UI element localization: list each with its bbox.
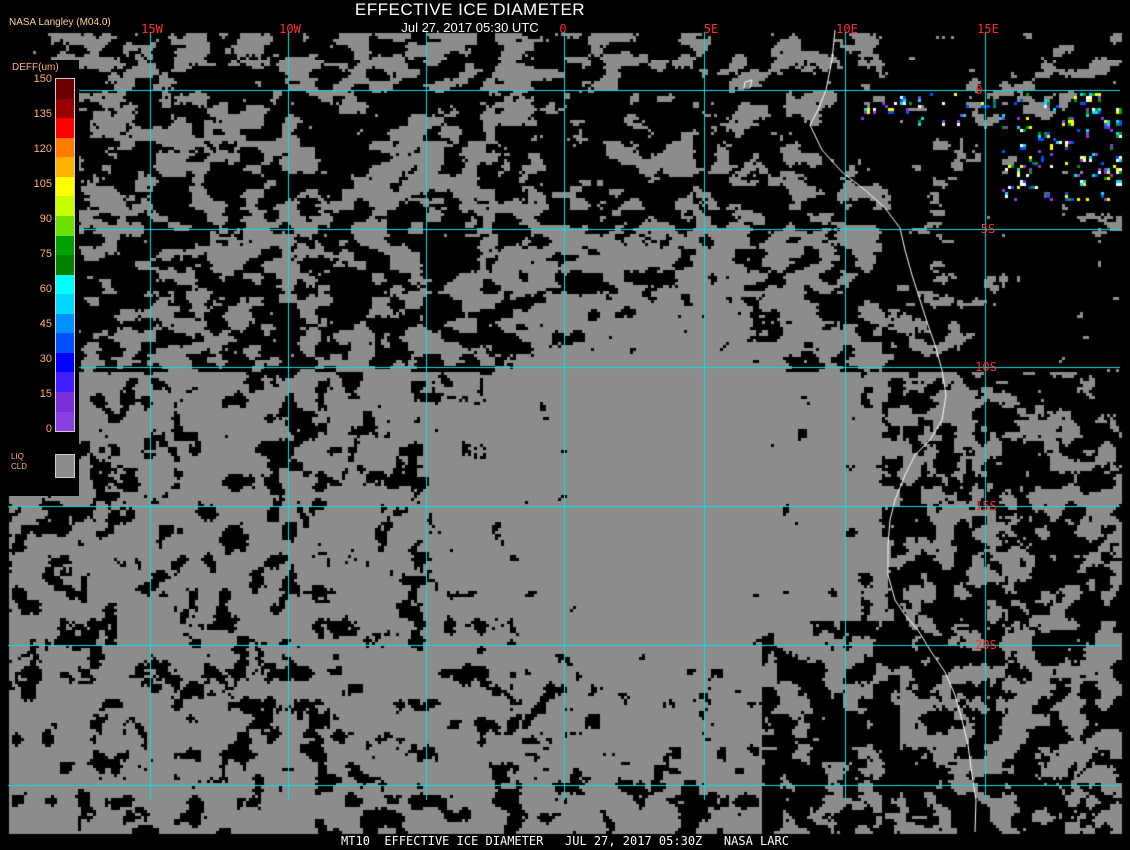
- legend-swatch: [56, 196, 74, 216]
- lat-label-0: 0: [975, 83, 983, 97]
- legend-tick: 150: [33, 73, 52, 85]
- lat-label-5s: 5S: [980, 222, 996, 236]
- legend-swatch: [56, 411, 74, 432]
- legend-swatch: [56, 313, 74, 334]
- legend-swatch: [56, 118, 74, 138]
- lon-label-0: 0: [559, 22, 567, 36]
- legend-swatch: [56, 137, 74, 158]
- map-title: EFFECTIVE ICE DIAMETER: [354, 0, 586, 19]
- lat-label-10s: 10S: [975, 360, 997, 374]
- liquid-cloud-label: LIQ CLD: [11, 452, 28, 471]
- legend-swatch: [56, 215, 74, 236]
- legend-swatch: [56, 274, 74, 295]
- legend-title: DEFF(um): [12, 62, 59, 73]
- legend-tick: 90: [39, 213, 52, 225]
- lon-label-10e: 10E: [836, 22, 858, 36]
- color-legend: DEFF(um) 150 135 120 105 90 75 60 45 30 …: [7, 60, 79, 496]
- lon-label-15e: 15E: [977, 22, 999, 36]
- legend-tick: 120: [33, 143, 52, 155]
- legend-swatch: [56, 176, 74, 197]
- legend-tick: 30: [39, 353, 52, 365]
- lon-label-10w: 10W: [279, 22, 301, 36]
- legend-swatch: [56, 235, 74, 256]
- legend-swatch: [56, 392, 74, 412]
- lat-label-15s: 15S: [975, 499, 997, 513]
- lon-label-15w: 15W: [141, 22, 163, 36]
- legend-tick: 45: [39, 318, 52, 330]
- legend-tick: 135: [33, 108, 52, 120]
- satellite-map: [0, 0, 1130, 850]
- legend-tick: 105: [33, 178, 52, 190]
- legend-swatch: [56, 372, 74, 392]
- legend-tick: 0: [45, 423, 52, 435]
- lon-label-5e: 5E: [703, 22, 719, 36]
- credit-label: NASA Langley (M04.0): [9, 17, 111, 28]
- lat-label-20s: 20S: [975, 638, 997, 652]
- legend-tick: 15: [39, 388, 52, 400]
- legend-swatch: [56, 157, 74, 177]
- legend-tick: 60: [39, 283, 52, 295]
- legend-swatch: [56, 98, 74, 119]
- legend-swatch: [56, 79, 74, 99]
- legend-tick: 75: [39, 248, 52, 260]
- legend-swatch: [56, 255, 74, 275]
- legend-swatch: [56, 294, 74, 314]
- legend-swatch: [56, 352, 74, 373]
- footer-caption: MT10 EFFECTIVE ICE DIAMETER JUL 27, 2017…: [341, 834, 789, 848]
- legend-swatch: [56, 333, 74, 353]
- liquid-cloud-swatch: [55, 454, 75, 478]
- legend-color-bar: [55, 78, 75, 432]
